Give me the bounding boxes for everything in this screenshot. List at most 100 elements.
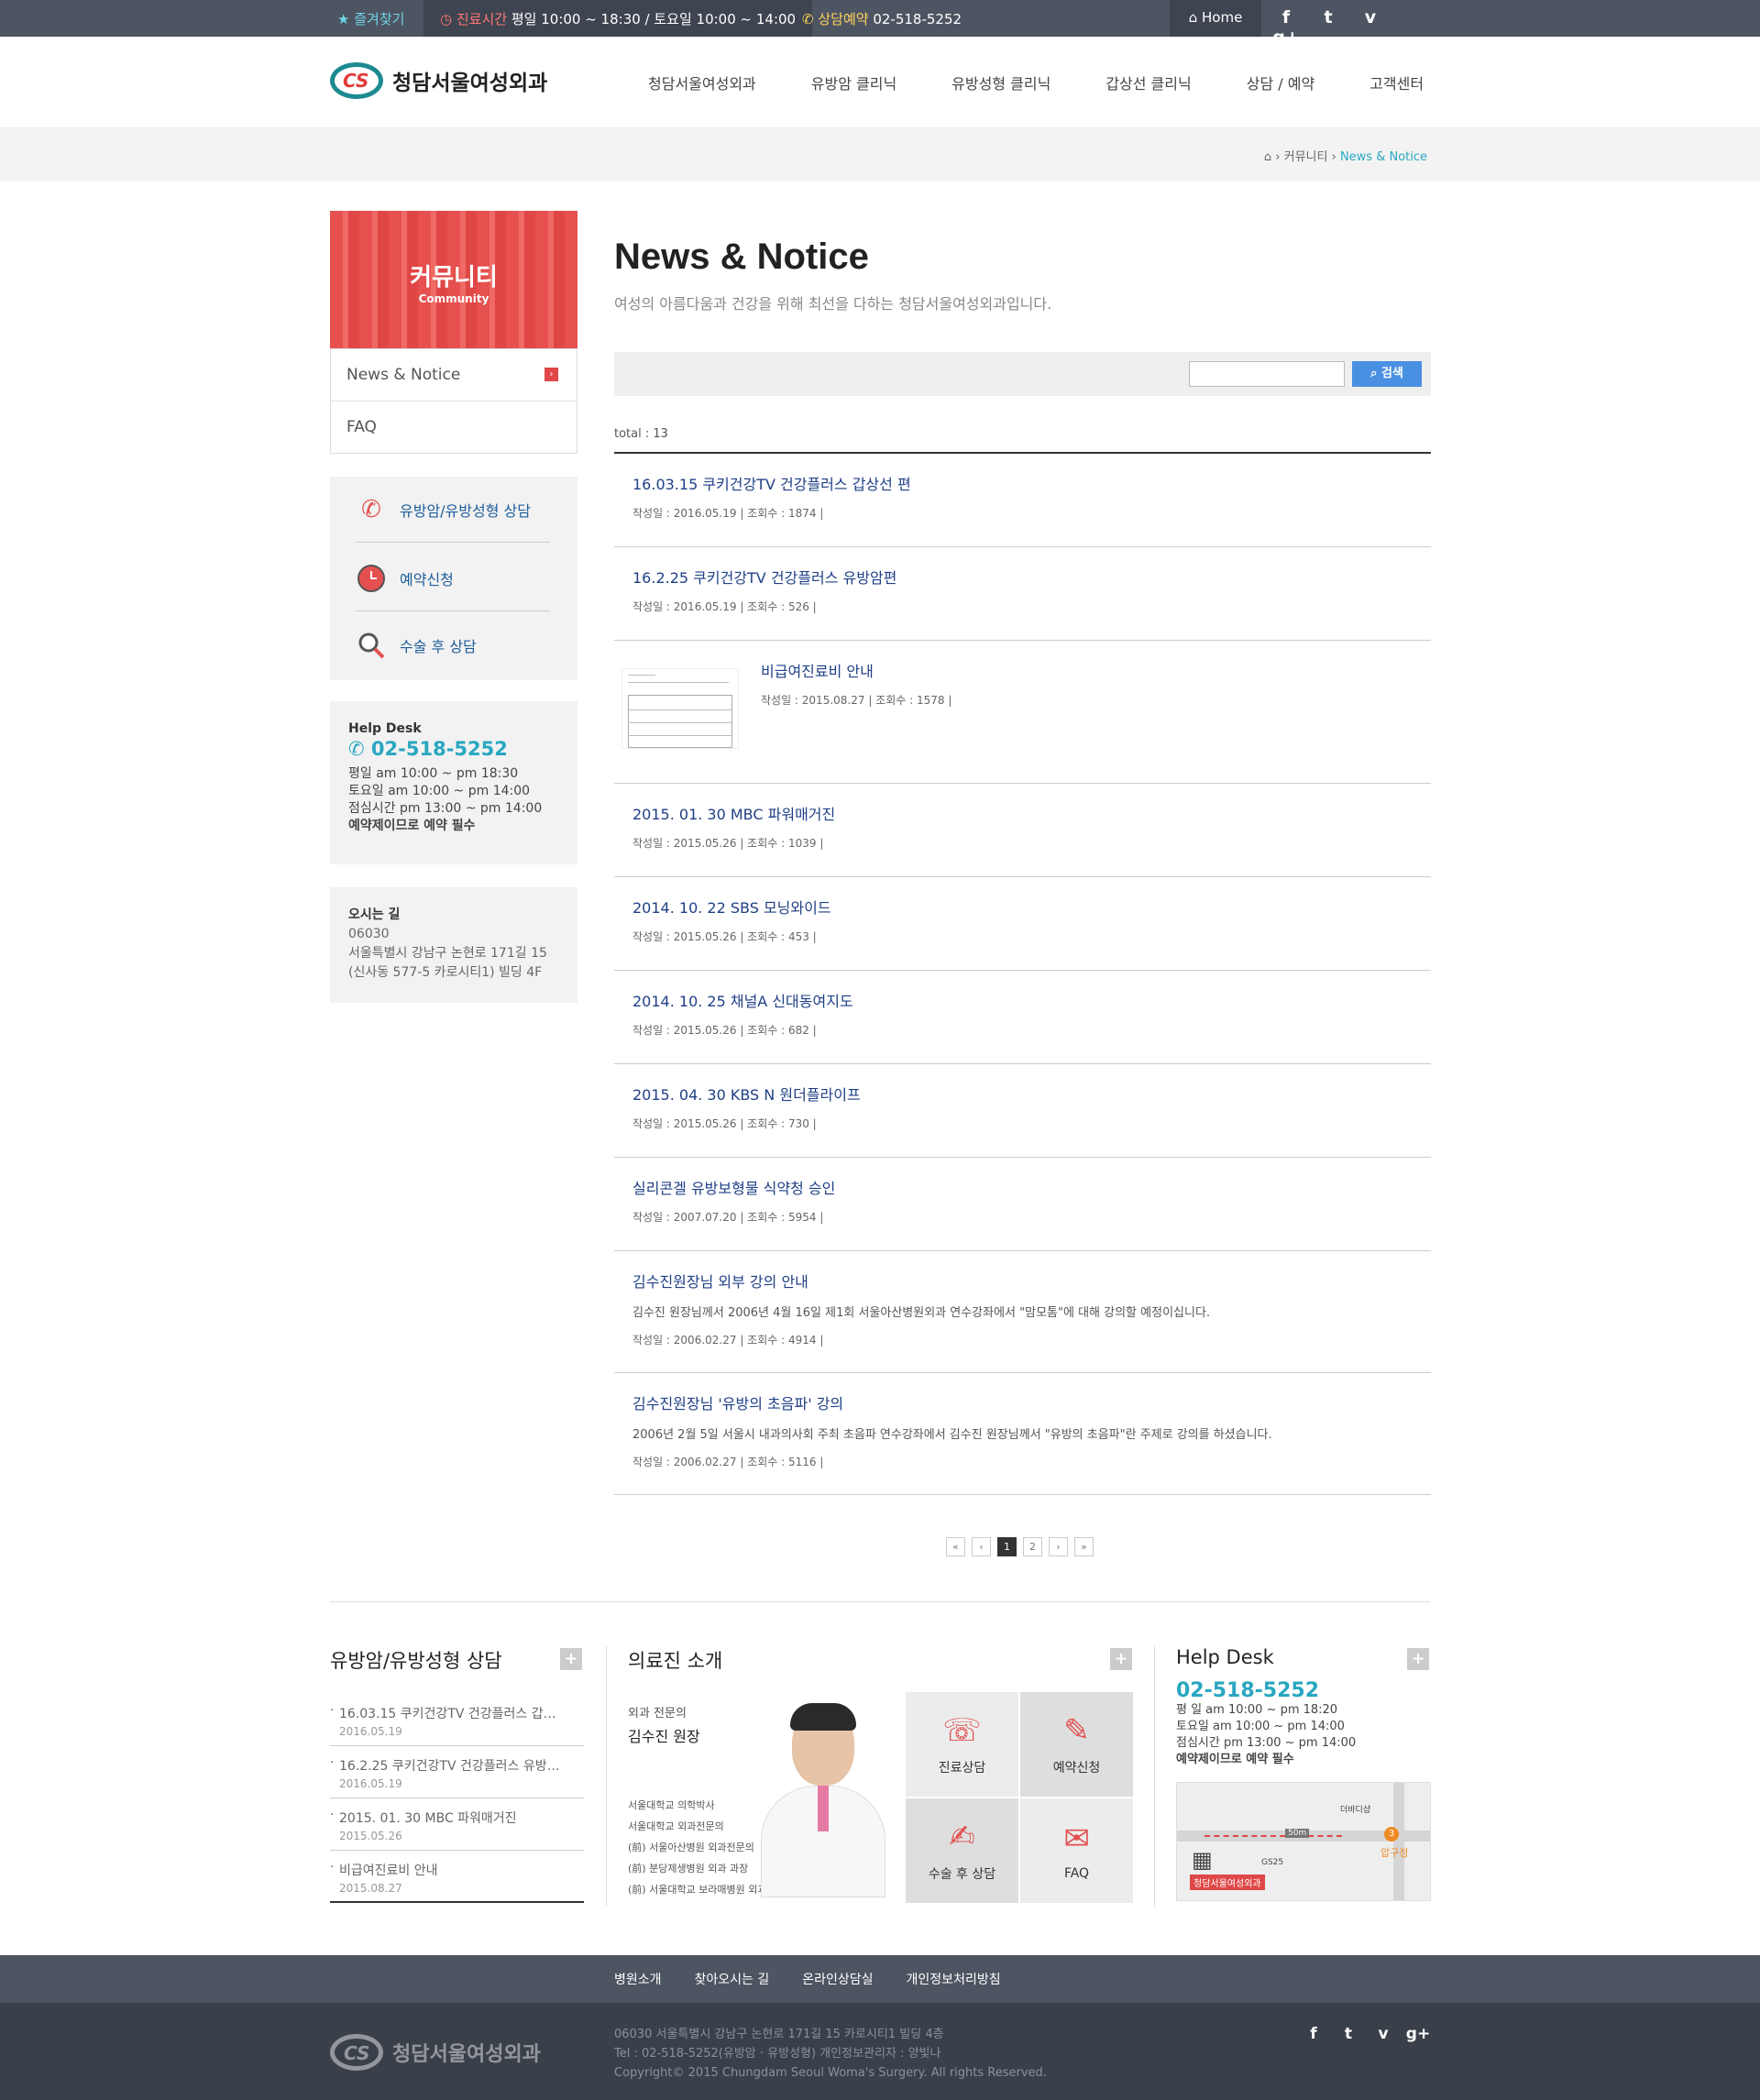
- header: CS 청담서울여성외과 청담서울여성외과 유방암 클리닉 유방성형 클리닉 갑상…: [0, 37, 1760, 128]
- nav-item-consult[interactable]: 상담 / 예약: [1247, 71, 1314, 93]
- post-title[interactable]: 실리콘겔 유방보형물 식약청 승인: [632, 1176, 1413, 1198]
- list-item[interactable]: 16.03.15 쿠키건강TV 건강플러스 갑상선 편 작성일 : 2016.0…: [614, 454, 1431, 547]
- google-plus-icon[interactable]: g+: [1401, 2025, 1436, 2043]
- page-1-button[interactable]: 1: [997, 1537, 1017, 1556]
- tile-consult[interactable]: ☏ 진료상담: [906, 1692, 1018, 1797]
- prev-page-button[interactable]: ‹: [972, 1537, 991, 1556]
- helpdesk-note: 예약제이므로 예약 필수: [1176, 1753, 1294, 1766]
- sidebar-item-faq[interactable]: FAQ: [331, 401, 577, 453]
- helpdesk-note: 예약제이므로 예약 필수: [348, 819, 476, 833]
- list-item[interactable]: 김수진원장님 '유방의 초음파' 강의 2006년 2월 5일 서울시 내과의사…: [614, 1373, 1431, 1495]
- post-meta: 작성일 : 2006.02.27 | 조회수 : 5116 |: [632, 1456, 824, 1468]
- sidebar-item-label: FAQ: [346, 418, 377, 436]
- clock-icon: ◷: [440, 11, 453, 27]
- list-item[interactable]: 16.2.25 쿠키건강TV 건강플러스 유방…2016.05.19: [330, 1746, 584, 1798]
- next-page-button[interactable]: ›: [1049, 1537, 1068, 1556]
- chevron-right-icon: ›: [544, 368, 558, 381]
- sidebar-item-label: News & Notice: [346, 366, 461, 384]
- search-button[interactable]: ⌕ 검색: [1352, 361, 1422, 387]
- list-item[interactable]: 김수진원장님 외부 강의 안내 김수진 원장님께서 2006년 4월 16일 제…: [614, 1251, 1431, 1373]
- nav-item-thyroid[interactable]: 갑상선 클리닉: [1106, 71, 1191, 93]
- tile-reservation[interactable]: ✎ 예약신청: [1020, 1692, 1133, 1797]
- vimeo-icon[interactable]: v: [1366, 2025, 1401, 2043]
- post-title[interactable]: 2014. 10. 22 SBS 모닝와이드: [632, 896, 1413, 918]
- footer-link-privacy[interactable]: 개인정보처리방침: [907, 1970, 1001, 1988]
- list-item[interactable]: 2015. 01. 30 MBC 파워매거진 작성일 : 2015.05.26 …: [614, 784, 1431, 877]
- quick-aftercare[interactable]: 수술 후 상담: [356, 612, 550, 678]
- doctor-photo: [752, 1696, 889, 1897]
- post-title[interactable]: 2015. 01. 30 MBC 파워매거진: [632, 802, 1413, 824]
- page-2-button[interactable]: 2: [1023, 1537, 1042, 1556]
- post-title[interactable]: 김수진원장님 '유방의 초음파' 강의: [632, 1391, 1413, 1413]
- nav-item-breast-plastic[interactable]: 유방성형 클리닉: [952, 71, 1050, 93]
- breadcrumb-current: News & Notice: [1339, 150, 1427, 164]
- map-badge: 3: [1384, 1827, 1399, 1842]
- favorite-link[interactable]: ★ 즐겨찾기: [337, 9, 404, 28]
- list-item[interactable]: 2014. 10. 25 채널A 신대동여지도 작성일 : 2015.05.26…: [614, 971, 1431, 1064]
- search-input[interactable]: [1189, 361, 1345, 387]
- home-icon[interactable]: ⌂: [1264, 150, 1271, 164]
- post-title[interactable]: 16.03.15 쿠키건강TV 건강플러스 갑상선 편: [632, 472, 1413, 494]
- post-list: 16.03.15 쿠키건강TV 건강플러스 갑상선 편 작성일 : 2016.0…: [614, 452, 1431, 1495]
- doctor-info: 외과 전문의 김수진 원장: [628, 1703, 700, 1746]
- bottom-helpdesk: Help Desk + 02-518-5252 평 일 am 10:00 ~ p…: [1176, 1646, 1431, 1901]
- post-title[interactable]: 2014. 10. 25 채널A 신대동여지도: [632, 989, 1413, 1011]
- nav-item-customer[interactable]: 고객센터: [1370, 71, 1424, 93]
- list-item[interactable]: 2015. 01. 30 MBC 파워매거진2015.05.26: [330, 1798, 584, 1851]
- location-map[interactable]: 더바디샵 50m 3 압구정 GS25 ▦ 청담서울여성외과: [1176, 1782, 1431, 1901]
- sidebar-item-news[interactable]: News & Notice ›: [331, 348, 577, 401]
- top-bar: ★ 즐겨찾기 ◷ 진료시간 평일 10:00 ~ 18:30 / 토요일 10:…: [0, 0, 1760, 48]
- list-item[interactable]: 비급여진료비 안내 작성일 : 2015.08.27 | 조회수 : 1578 …: [614, 641, 1431, 784]
- footer-link-directions[interactable]: 찾아오시는 길: [695, 1970, 770, 1988]
- footer-copyright: Copyright© 2015 Chungdam Seoul Woma's Su…: [614, 2066, 1047, 2080]
- facebook-icon[interactable]: f: [1265, 7, 1307, 27]
- logo-name: 청담서울여성외과: [392, 71, 548, 95]
- last-page-button[interactable]: »: [1074, 1537, 1094, 1556]
- list-item[interactable]: 비급여진료비 안내2015.08.27: [330, 1851, 584, 1903]
- helpdesk-phone: ✆ 02-518-5252: [348, 738, 508, 760]
- nav-item-hospital[interactable]: 청담서울여성외과: [648, 71, 756, 93]
- post-thumbnail[interactable]: [622, 668, 739, 749]
- home-link[interactable]: ⌂ Home: [1170, 0, 1261, 37]
- twitter-icon[interactable]: t: [1307, 7, 1349, 27]
- plus-icon[interactable]: +: [1407, 1648, 1429, 1670]
- post-title[interactable]: 2015. 04. 30 KBS N 원더플라이프: [632, 1083, 1413, 1105]
- building-icon: ▦: [1192, 1847, 1213, 1873]
- post-title[interactable]: 김수진원장님 외부 강의 안내: [632, 1270, 1413, 1292]
- pagination: « ‹ 1 2 › »: [946, 1537, 1100, 1556]
- phone-icon: ✆: [361, 495, 381, 523]
- post-title[interactable]: 16.2.25 쿠키건강TV 건강플러스 유방암편: [632, 566, 1413, 588]
- footer-nav: 병원소개 찾아오시는 길 온라인상담실 개인정보처리방침: [0, 1955, 1760, 2003]
- plus-icon[interactable]: +: [560, 1648, 582, 1670]
- tile-aftercare[interactable]: ✍ 수술 후 상담: [906, 1798, 1018, 1903]
- footer-info: 06030 서울특별시 강남구 논현로 171길 15 카로시티1 빌딩 4층 …: [614, 2025, 1047, 2083]
- footer-link-online-consult[interactable]: 온라인상담실: [802, 1970, 873, 1988]
- helpdesk-line: 평일 am 10:00 ~ pm 18:30: [348, 766, 519, 781]
- footer-link-about[interactable]: 병원소개: [614, 1970, 662, 1988]
- logo[interactable]: CS 청담서울여성외과: [330, 62, 547, 99]
- tile-faq[interactable]: ✉ FAQ: [1020, 1798, 1133, 1903]
- first-page-button[interactable]: «: [946, 1537, 965, 1556]
- list-item[interactable]: 16.2.25 쿠키건강TV 건강플러스 유방암편 작성일 : 2016.05.…: [614, 547, 1431, 641]
- sidebar-title-text: 커뮤니티: [410, 264, 498, 291]
- facebook-icon[interactable]: f: [1296, 2025, 1331, 2043]
- vimeo-icon[interactable]: v: [1349, 7, 1392, 27]
- plus-icon[interactable]: +: [1110, 1648, 1132, 1670]
- map-label-gs25: GS25: [1261, 1858, 1284, 1867]
- quick-reservation[interactable]: 예약신청: [356, 545, 550, 611]
- twitter-icon[interactable]: t: [1331, 2025, 1366, 2043]
- hours-info: ◷ 진료시간 평일 10:00 ~ 18:30 / 토요일 10:00 ~ 14…: [424, 0, 813, 37]
- list-item[interactable]: 2014. 10. 22 SBS 모닝와이드 작성일 : 2015.05.26 …: [614, 877, 1431, 971]
- list-item[interactable]: 16.03.15 쿠키건강TV 건강플러스 갑…2016.05.19: [330, 1694, 584, 1746]
- post-meta: 작성일 : 2015.05.26 | 조회수 : 730 |: [632, 1117, 817, 1130]
- page-title: News & Notice: [614, 236, 869, 277]
- map-label-distance: 50m: [1285, 1829, 1310, 1838]
- nav-item-breast-cancer[interactable]: 유방암 클리닉: [811, 71, 896, 93]
- post-title[interactable]: 비급여진료비 안내: [761, 659, 1413, 681]
- post-meta: 작성일 : 2006.02.27 | 조회수 : 4914 |: [632, 1334, 824, 1347]
- breadcrumb-level1[interactable]: 커뮤니티: [1284, 150, 1328, 164]
- footer: CS 청담서울여성외과 06030 서울특별시 강남구 논현로 171길 15 …: [0, 2003, 1760, 2100]
- list-item[interactable]: 실리콘겔 유방보형물 식약청 승인 작성일 : 2007.07.20 | 조회수…: [614, 1158, 1431, 1251]
- list-item[interactable]: 2015. 04. 30 KBS N 원더플라이프 작성일 : 2015.05.…: [614, 1064, 1431, 1158]
- quick-consult[interactable]: ✆ 유방암/유방성형 상담: [356, 477, 550, 543]
